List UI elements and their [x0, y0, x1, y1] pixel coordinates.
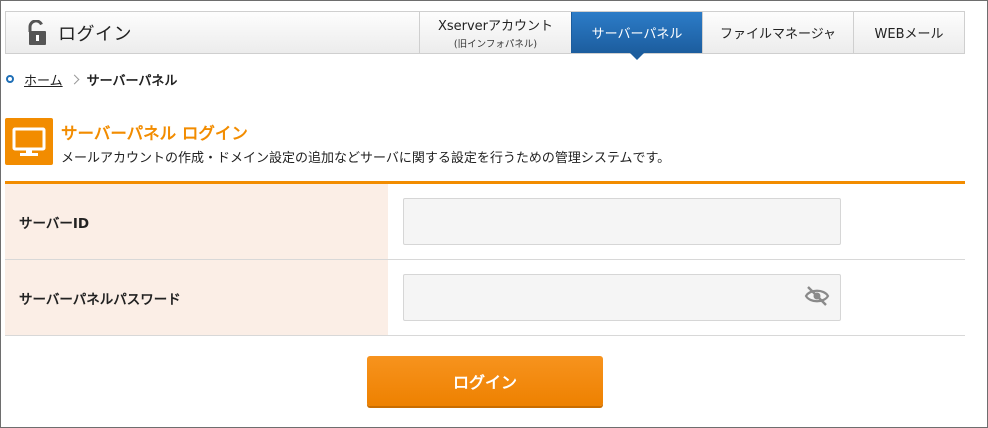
password-row: サーバーパネルパスワード [5, 260, 965, 336]
tab-file-manager[interactable]: ファイルマネージャ [702, 12, 853, 53]
tab-file-manager-label: ファイルマネージャ [719, 27, 837, 42]
password-label: サーバーパネルパスワード [5, 260, 388, 335]
tab-web-mail-label: WEBメール [874, 27, 944, 42]
tab-xserver-account[interactable]: Xserverアカウント (旧インフォパネル) [419, 12, 571, 53]
section-description: メールアカウントの作成・ドメイン設定の追加などサーバに関する設定を行うための管理… [61, 151, 671, 166]
header-tabs: Xserverアカウント (旧インフォパネル) サーバーパネル ファイルマネージ… [419, 12, 964, 60]
login-button[interactable]: ログイン [367, 356, 603, 406]
breadcrumb-current: サーバーパネル [86, 73, 178, 89]
server-id-label: サーバーID [5, 184, 388, 259]
header-title-group: ログイン [26, 12, 132, 53]
breadcrumb: ホーム サーバーパネル [6, 70, 178, 89]
breadcrumb-home-link[interactable]: ホーム [24, 70, 63, 89]
tab-xserver-account-sublabel: (旧インフォパネル) [453, 39, 538, 50]
eye-slash-icon[interactable] [804, 285, 830, 307]
server-id-input[interactable] [403, 198, 841, 245]
server-id-row: サーバーID [5, 184, 965, 260]
chevron-right-icon [69, 74, 80, 84]
monitor-icon [5, 118, 53, 165]
breadcrumb-bullet-icon [6, 75, 14, 83]
tab-xserver-account-label: Xserverアカウント [437, 19, 554, 34]
unlocked-padlock-icon [26, 18, 48, 46]
section-title: サーバーパネル ログイン [61, 124, 248, 143]
tab-server-panel-label: サーバーパネル [591, 27, 683, 42]
tab-web-mail[interactable]: WEBメール [853, 12, 964, 53]
password-input[interactable] [403, 274, 841, 321]
top-header: ログイン Xserverアカウント (旧インフォパネル) サーバーパネル ファイ… [5, 11, 965, 60]
tab-server-panel[interactable]: サーバーパネル [571, 12, 702, 60]
header-title: ログイン [58, 23, 132, 45]
